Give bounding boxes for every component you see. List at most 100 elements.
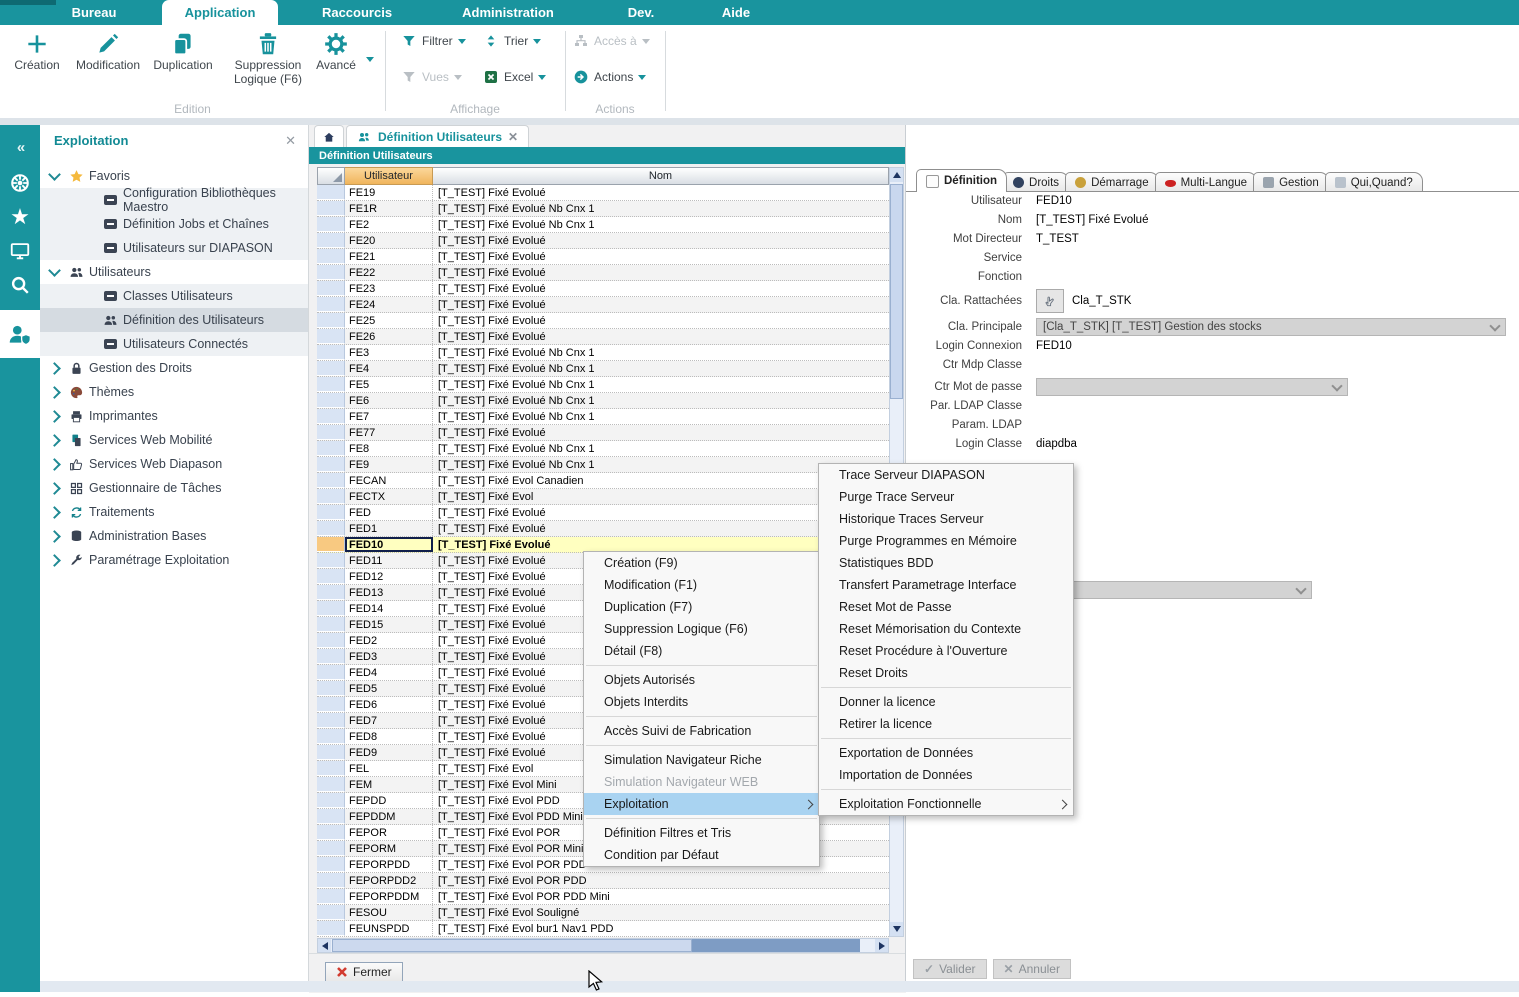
tree-item-services-web-diapason[interactable]: Services Web Diapason (40, 452, 308, 476)
row-selector-cell[interactable] (317, 665, 345, 680)
menu-item-accès-suivi-de-fabrication[interactable]: Accès Suivi de Fabrication (584, 720, 819, 742)
toolbar-button-avancé[interactable]: Avancé (312, 31, 360, 73)
toolbar-button-accès-à[interactable]: Accès à (573, 33, 650, 49)
table-row[interactable]: FE2[T_TEST] Fixé Evolué Nb Cnx 1 (317, 217, 889, 233)
table-row[interactable]: FED1[T_TEST] Fixé Evolué (317, 521, 889, 537)
table-row[interactable]: FE8[T_TEST] Fixé Evolué Nb Cnx 1 (317, 441, 889, 457)
menu-item-purge-trace-serveur[interactable]: Purge Trace Serveur (819, 486, 1073, 508)
tree-item-utilisateurs-connectés[interactable]: Utilisateurs Connectés (40, 332, 308, 356)
tree-item-classes-utilisateurs[interactable]: Classes Utilisateurs (40, 284, 308, 308)
scroll-down-button[interactable] (890, 922, 903, 936)
menu-item-statistiques-bdd[interactable]: Statistiques BDD (819, 552, 1073, 574)
table-row[interactable]: FE1R[T_TEST] Fixé Evolué Nb Cnx 1 (317, 201, 889, 217)
row-selector-cell[interactable] (317, 889, 345, 904)
toolbar-button-modification[interactable]: Modification (70, 31, 146, 73)
table-row[interactable]: FE4[T_TEST] Fixé Evolué Nb Cnx 1 (317, 361, 889, 377)
table-row[interactable]: FE6[T_TEST] Fixé Evolué Nb Cnx 1 (317, 393, 889, 409)
menu-item-duplication--f7-[interactable]: Duplication (F7) (584, 596, 819, 618)
menu-item-exploitation[interactable]: Exploitation (584, 793, 819, 815)
menu-item-trace-serveur-diapason[interactable]: Trace Serveur DIAPASON (819, 464, 1073, 486)
menu-item-exploitation-fonctionnelle[interactable]: Exploitation Fonctionnelle (819, 793, 1073, 815)
menu-item-exportation-de-données[interactable]: Exportation de Données (819, 742, 1073, 764)
row-selector-cell[interactable] (317, 217, 345, 232)
chevron-right-icon[interactable] (48, 434, 61, 447)
chevron-right-icon[interactable] (48, 506, 61, 519)
row-selector-cell[interactable] (317, 441, 345, 456)
detail-tab-gestion[interactable]: Gestion (1253, 172, 1329, 192)
row-selector-cell[interactable] (317, 329, 345, 344)
toolbar-button-trier[interactable]: Trier (483, 33, 541, 49)
row-selector-cell[interactable] (317, 905, 345, 920)
row-selector-cell[interactable] (317, 569, 345, 584)
rail-search-icon[interactable] (0, 271, 40, 299)
row-selector-cell[interactable] (317, 745, 345, 760)
row-selector-cell[interactable] (317, 841, 345, 856)
field-dropdown[interactable] (1036, 581, 1312, 599)
row-selector-cell[interactable] (317, 537, 345, 552)
toolbar-button-duplication[interactable]: Duplication (150, 31, 216, 73)
row-selector-cell[interactable] (317, 233, 345, 248)
menu-item-objets-interdits[interactable]: Objets Interdits (584, 691, 819, 713)
row-selector-cell[interactable] (317, 553, 345, 568)
rail-collapse-icon[interactable]: « (0, 133, 40, 161)
row-selector-cell[interactable] (317, 921, 345, 936)
row-selector-cell[interactable] (317, 697, 345, 712)
dropdown-caret-icon[interactable] (533, 39, 541, 44)
row-selector-cell[interactable] (317, 809, 345, 824)
chevron-right-icon[interactable] (48, 362, 61, 375)
scroll-right-button[interactable] (875, 939, 888, 952)
row-selector-cell[interactable] (317, 585, 345, 600)
toolbar-button-filtrer[interactable]: Filtrer (401, 33, 466, 49)
table-row[interactable]: FEPORPDDM[T_TEST] Fixé Evol POR PDD Mini (317, 889, 889, 905)
menu-item-purge-programmes-en-mémoire[interactable]: Purge Programmes en Mémoire (819, 530, 1073, 552)
table-row[interactable]: FE20[T_TEST] Fixé Evolué (317, 233, 889, 249)
menu-item-importation-de-données[interactable]: Importation de Données (819, 764, 1073, 786)
menu-item-condition-par-défaut[interactable]: Condition par Défaut (584, 844, 819, 866)
table-row[interactable]: FEPORPDD2[T_TEST] Fixé Evol POR PDD (317, 873, 889, 889)
row-selector-cell[interactable] (317, 457, 345, 472)
home-tab[interactable] (314, 125, 344, 148)
table-row[interactable]: FECTX[T_TEST] Fixé Evol (317, 489, 889, 505)
row-selector-cell[interactable] (317, 681, 345, 696)
row-selector-cell[interactable] (317, 201, 345, 216)
scroll-left-button[interactable] (318, 939, 331, 952)
field-value[interactable]: [T_TEST] Fixé Evolué (1036, 214, 1148, 226)
toolbar-button-suppression-logique--f6-[interactable]: Suppression Logique (F6) (228, 31, 308, 87)
horizontal-scrollbar[interactable] (317, 938, 889, 953)
toolbar-button-création[interactable]: Création (8, 31, 66, 73)
row-selector-cell[interactable] (317, 505, 345, 520)
detail-tab-définition[interactable]: Définition (916, 169, 1007, 192)
toolbar-button-excel[interactable]: Excel (483, 69, 546, 85)
dropdown-caret-icon[interactable] (642, 39, 650, 44)
table-row[interactable]: FE77[T_TEST] Fixé Evolué (317, 425, 889, 441)
row-selector-cell[interactable] (317, 777, 345, 792)
chevron-right-icon[interactable] (48, 554, 61, 567)
menu-item-administration[interactable]: Administration (450, 0, 566, 25)
table-row[interactable]: FE23[T_TEST] Fixé Evolué (317, 281, 889, 297)
dropdown-caret-icon[interactable] (458, 39, 466, 44)
menu-item-suppression-logique--f6-[interactable]: Suppression Logique (F6) (584, 618, 819, 640)
close-button[interactable]: Fermer (325, 962, 403, 982)
row-selector-cell[interactable] (317, 425, 345, 440)
select-all-corner[interactable] (317, 167, 345, 185)
row-selector-cell[interactable] (317, 297, 345, 312)
row-selector-cell[interactable] (317, 249, 345, 264)
row-selector-cell[interactable] (317, 377, 345, 392)
chevron-right-icon[interactable] (48, 410, 61, 423)
dropdown-caret-icon[interactable] (538, 75, 546, 80)
table-row[interactable]: FEUNSPDD[T_TEST] Fixé Evol bur1 Nav1 PDD (317, 921, 889, 937)
menu-item-simulation-navigateur-web[interactable]: Simulation Navigateur WEB (584, 771, 819, 793)
table-row[interactable]: FE19[T_TEST] Fixé Evolué (317, 185, 889, 201)
rail-desktop-icon[interactable] (0, 237, 40, 265)
tab-close-icon[interactable]: ✕ (508, 130, 518, 144)
tree-item-services-web-mobilité[interactable]: Services Web Mobilité (40, 428, 308, 452)
row-selector-cell[interactable] (317, 761, 345, 776)
chevron-down-icon[interactable] (48, 168, 61, 181)
tree-item-utilisateurs-sur-diapason[interactable]: Utilisateurs sur DIAPASON (40, 236, 308, 260)
vertical-scroll-thumb[interactable] (890, 184, 903, 399)
row-selector-cell[interactable] (317, 793, 345, 808)
field-value[interactable]: diapdba (1036, 438, 1077, 450)
table-row[interactable]: FE26[T_TEST] Fixé Evolué (317, 329, 889, 345)
field-value[interactable]: FED10 (1036, 340, 1072, 352)
field-dropdown[interactable]: [Cla_T_STK] [T_TEST] Gestion des stocks (1036, 318, 1506, 336)
